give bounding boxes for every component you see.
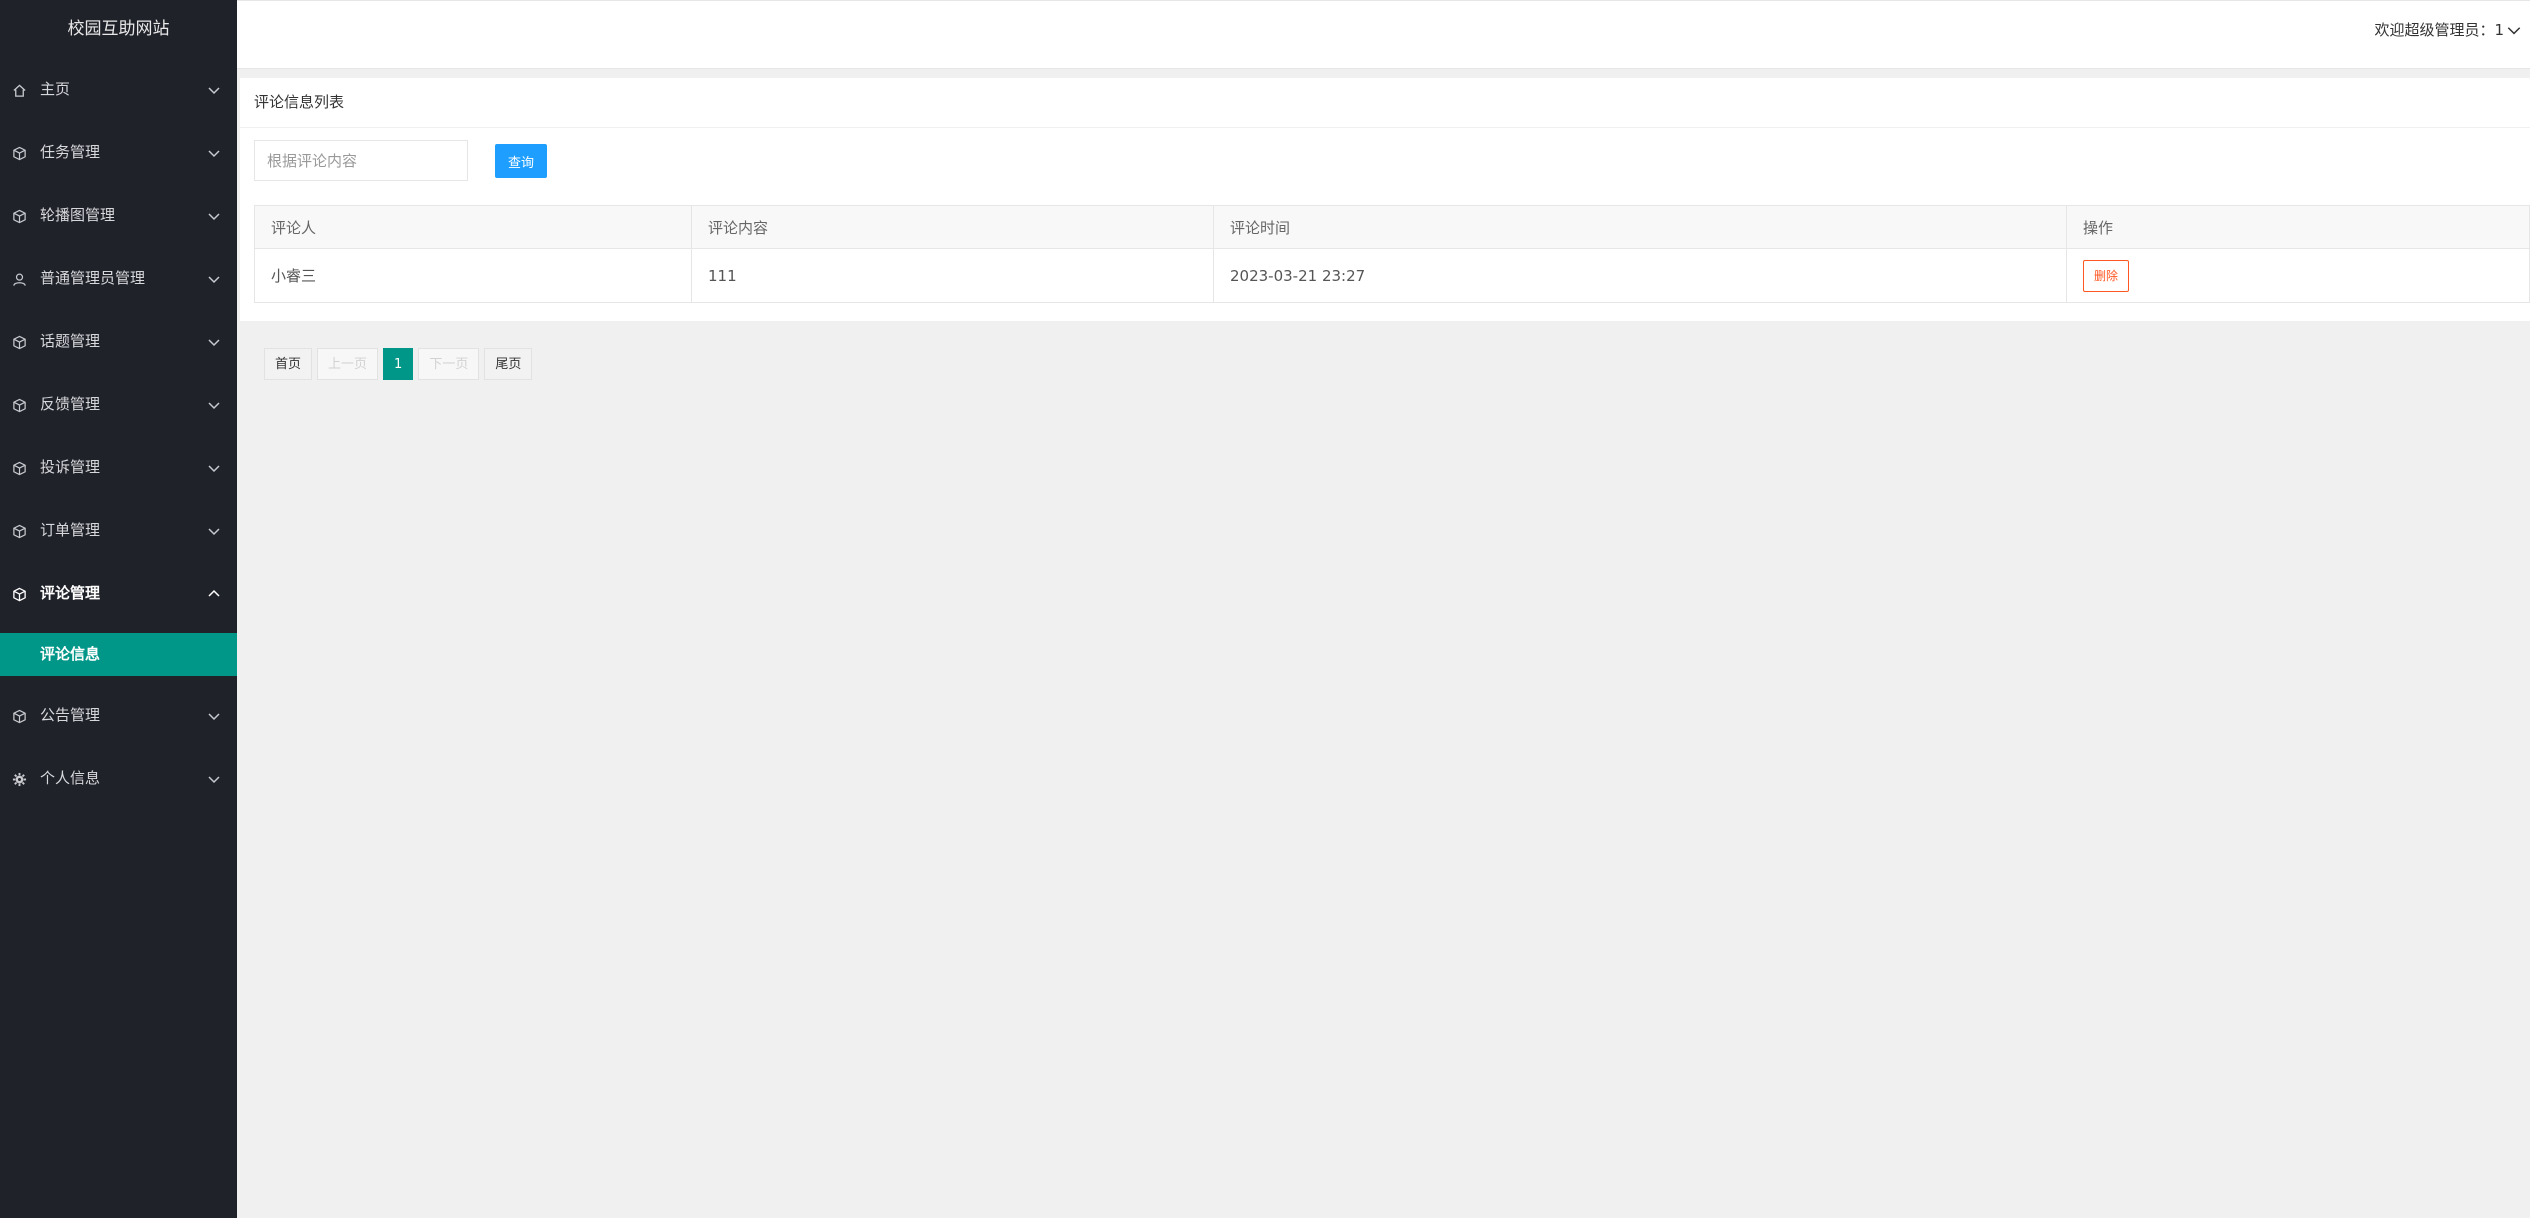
sidebar-item-label: 轮播图管理 bbox=[40, 206, 116, 224]
chevron-down-icon bbox=[205, 770, 223, 788]
sidebar-item-label: 公告管理 bbox=[40, 706, 101, 724]
sidebar-item-feedback[interactable]: 反馈管理 bbox=[0, 373, 237, 436]
sidebar-item-admin[interactable]: 普通管理员管理 bbox=[0, 247, 237, 310]
user-menu[interactable]: 欢迎超级管理员：1 bbox=[2374, 1, 2524, 59]
search-input[interactable] bbox=[254, 140, 468, 181]
chevron-down-icon bbox=[205, 459, 223, 477]
column-header-action: 操作 bbox=[2066, 205, 2530, 249]
panel-title: 评论信息列表 bbox=[240, 78, 2530, 128]
chevron-up-icon bbox=[205, 585, 223, 603]
last-page-button[interactable]: 尾页 bbox=[484, 348, 533, 380]
cell-time: 2023-03-21 23:27 bbox=[1213, 248, 2067, 303]
chevron-down-icon bbox=[205, 522, 223, 540]
sidebar-item-comment[interactable]: 评论管理 bbox=[0, 562, 237, 625]
home-icon bbox=[11, 82, 27, 98]
cube-icon bbox=[11, 334, 27, 350]
table-header-row: 评论人 评论内容 评论时间 操作 bbox=[254, 205, 2530, 249]
sidebar-item-label: 订单管理 bbox=[40, 521, 101, 539]
chevron-down-icon bbox=[205, 270, 223, 288]
column-header-time: 评论时间 bbox=[1213, 205, 2067, 249]
cube-icon bbox=[11, 523, 27, 539]
sidebar-item-complaint[interactable]: 投诉管理 bbox=[0, 436, 237, 499]
chevron-down-icon bbox=[205, 396, 223, 414]
column-header-commenter: 评论人 bbox=[254, 205, 692, 249]
cell-action: 删除 bbox=[2066, 248, 2530, 303]
cube-icon bbox=[11, 586, 27, 602]
sidebar-item-label: 任务管理 bbox=[40, 143, 101, 161]
sidebar-item-profile[interactable]: 个人信息 bbox=[0, 747, 237, 810]
chevron-down-icon bbox=[205, 707, 223, 725]
chevron-down-icon bbox=[205, 144, 223, 162]
delete-button[interactable]: 删除 bbox=[2083, 259, 2130, 292]
comment-table: 评论人 评论内容 评论时间 操作 小睿三 111 2023-03-21 23:2… bbox=[254, 205, 2530, 303]
gear-icon bbox=[11, 771, 27, 787]
sidebar-item-label: 评论管理 bbox=[40, 584, 101, 602]
cube-icon bbox=[11, 397, 27, 413]
chevron-down-icon bbox=[2506, 21, 2524, 39]
app-logo-title: 校园互助网站 bbox=[67, 19, 170, 39]
chevron-down-icon bbox=[205, 81, 223, 99]
column-header-content: 评论内容 bbox=[691, 205, 1214, 249]
sidebar-item-order[interactable]: 订单管理 bbox=[0, 499, 237, 562]
sidebar-item-home[interactable]: 主页 bbox=[0, 58, 237, 121]
cell-content: 111 bbox=[691, 248, 1214, 303]
cube-icon bbox=[11, 460, 27, 476]
user-icon bbox=[11, 271, 27, 287]
table-row: 小睿三 111 2023-03-21 23:27 删除 bbox=[254, 248, 2530, 303]
sidebar-item-label: 反馈管理 bbox=[40, 395, 101, 413]
sidebar-subitem-comment-info[interactable]: 评论信息 bbox=[0, 633, 237, 676]
cube-icon bbox=[11, 145, 27, 161]
sidebar-item-label: 普通管理员管理 bbox=[40, 269, 146, 287]
sidebar: 校园互助网站 主页 任务管理 轮播图管理 普通管理员管理 话题管理 反馈管理 投… bbox=[0, 0, 237, 1218]
first-page-button[interactable]: 首页 bbox=[264, 348, 313, 380]
sidebar-item-label: 主页 bbox=[40, 80, 71, 98]
chevron-down-icon bbox=[205, 333, 223, 351]
sidebar-item-label: 投诉管理 bbox=[40, 458, 101, 476]
pagination: 首页 上一页 1 下一页 尾页 bbox=[264, 348, 533, 380]
sidebar-item-notice[interactable]: 公告管理 bbox=[0, 684, 237, 747]
sidebar-item-label: 个人信息 bbox=[40, 769, 101, 787]
chevron-down-icon bbox=[205, 207, 223, 225]
comment-list-panel: 评论信息列表 查询 评论人 评论内容 评论时间 操作 小睿三 111 2023-… bbox=[240, 78, 2530, 321]
welcome-text: 欢迎超级管理员：1 bbox=[2374, 21, 2504, 39]
sidebar-item-carousel[interactable]: 轮播图管理 bbox=[0, 184, 237, 247]
sidebar-item-label: 话题管理 bbox=[40, 332, 101, 350]
prev-page-button[interactable]: 上一页 bbox=[317, 348, 379, 380]
current-page[interactable]: 1 bbox=[383, 348, 414, 380]
cell-commenter: 小睿三 bbox=[254, 248, 692, 303]
cube-icon bbox=[11, 208, 27, 224]
sidebar-item-task[interactable]: 任务管理 bbox=[0, 121, 237, 184]
cube-icon bbox=[11, 708, 27, 724]
top-header: 欢迎超级管理员：1 bbox=[237, 0, 2530, 69]
sidebar-item-topic[interactable]: 话题管理 bbox=[0, 310, 237, 373]
query-button[interactable]: 查询 bbox=[495, 144, 547, 178]
next-page-button[interactable]: 下一页 bbox=[418, 348, 480, 380]
